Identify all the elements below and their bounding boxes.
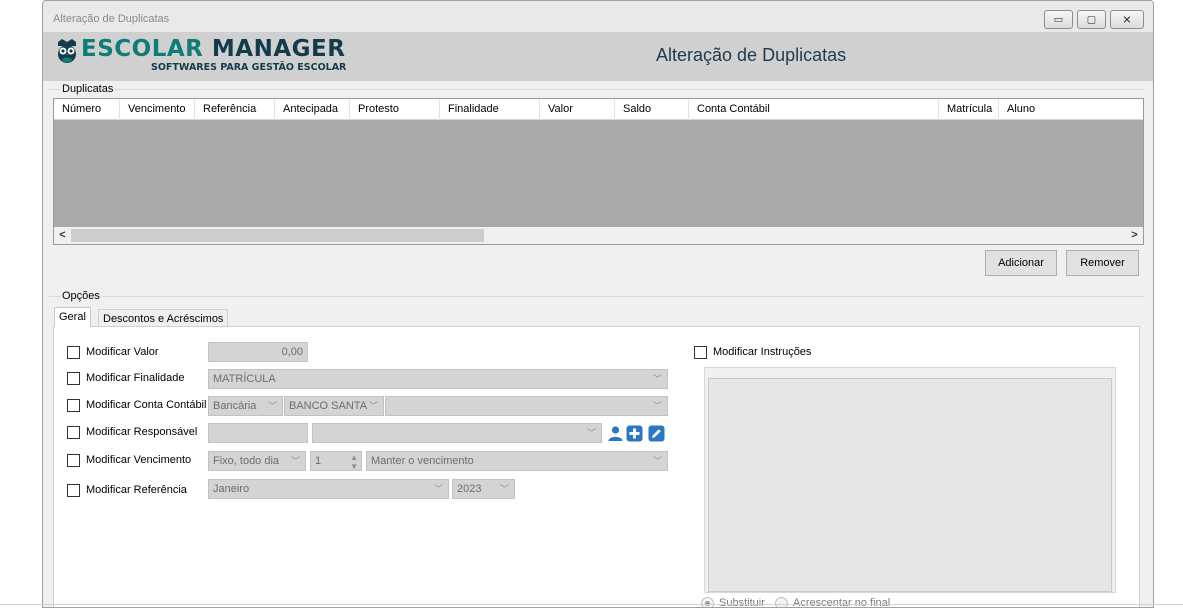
instrucoes-container bbox=[704, 367, 1116, 593]
substituir-radio[interactable] bbox=[701, 597, 714, 607]
bottom-edge bbox=[0, 604, 1183, 605]
vencimento-acao-select[interactable]: Manter o vencimento ﹀ bbox=[366, 451, 668, 471]
substituir-label: Substituir bbox=[719, 597, 765, 608]
column-header-conta-contabil[interactable]: Conta Contábil bbox=[689, 99, 939, 120]
chevron-down-icon: ﹀ bbox=[368, 401, 378, 411]
column-header-aluno[interactable]: Aluno bbox=[999, 99, 1143, 120]
acrescentar-radio[interactable] bbox=[775, 597, 788, 607]
add-icon[interactable] bbox=[626, 425, 643, 442]
finalidade-value: MATRÍCULA bbox=[213, 373, 276, 385]
page-title: Alteração de Duplicatas bbox=[656, 45, 847, 65]
modificar-responsavel-label: Modificar Responsável bbox=[86, 426, 198, 438]
chevron-down-icon: ﹀ bbox=[433, 484, 443, 494]
opcoes-group-label: Opções bbox=[60, 290, 102, 302]
add-button[interactable]: Adicionar bbox=[985, 250, 1057, 276]
minimize-button[interactable]: ▭ bbox=[1044, 10, 1073, 29]
tab-geral[interactable]: Geral bbox=[54, 307, 91, 327]
chevron-down-icon: ﹀ bbox=[652, 456, 662, 466]
modificar-finalidade-checkbox[interactable] bbox=[67, 372, 80, 385]
referencia-mes-value: Janeiro bbox=[213, 483, 250, 495]
modificar-responsavel-checkbox[interactable] bbox=[67, 426, 80, 439]
vencimento-dia-stepper[interactable]: 1 ▲ ▼ bbox=[310, 451, 362, 471]
logo-tagline: SOFTWARES PARA GESTÃO ESCOLAR bbox=[151, 62, 347, 73]
horizontal-scrollbar[interactable]: < > bbox=[54, 227, 1143, 244]
instrucoes-textarea[interactable] bbox=[708, 378, 1112, 592]
vencimento-dia-value: 1 bbox=[315, 455, 322, 467]
logo-wordmark: ESCOLAR MANAGER bbox=[81, 35, 345, 63]
owl-icon bbox=[58, 39, 76, 63]
column-header-protesto[interactable]: Protesto bbox=[350, 99, 440, 120]
header-banner: ESCOLAR MANAGER SOFTWARES PARA GESTÃO ES… bbox=[43, 32, 1153, 81]
close-icon: ✕ bbox=[1122, 14, 1132, 26]
edit-icon[interactable] bbox=[648, 425, 665, 442]
tab-panel-geral: Modificar Valor 0,00 Modificar Finalidad… bbox=[53, 326, 1140, 608]
column-header-valor[interactable]: Valor bbox=[540, 99, 615, 120]
column-header-vencimento[interactable]: Vencimento bbox=[120, 99, 195, 120]
app-window: Alteração de Duplicatas ▭ ▢ ✕ ESCOLAR MA… bbox=[42, 0, 1154, 608]
close-button[interactable]: ✕ bbox=[1110, 10, 1144, 29]
chevron-down-icon: ﹀ bbox=[267, 401, 277, 411]
person-icon[interactable] bbox=[607, 425, 624, 442]
company-logo: ESCOLAR MANAGER SOFTWARES PARA GESTÃO ES… bbox=[55, 35, 365, 79]
chevron-down-icon: ﹀ bbox=[290, 456, 300, 466]
conta-tipo-select[interactable]: Bancária ﹀ bbox=[208, 396, 283, 416]
column-header-numero[interactable]: Número bbox=[54, 99, 120, 120]
chevron-down-icon: ﹀ bbox=[499, 484, 509, 494]
referencia-ano-select[interactable]: 2023 ﹀ bbox=[452, 479, 515, 499]
logo-part1: ESCOLAR bbox=[81, 36, 204, 62]
modificar-referencia-label: Modificar Referência bbox=[86, 484, 187, 496]
conta-banco-select[interactable]: BANCO SANTA ﹀ bbox=[284, 396, 384, 416]
conta-tipo-value: Bancária bbox=[213, 400, 257, 412]
valor-input[interactable]: 0,00 bbox=[208, 342, 308, 362]
duplicatas-grid[interactable]: Número Vencimento Referência Antecipada … bbox=[53, 98, 1144, 245]
modificar-vencimento-checkbox[interactable] bbox=[67, 454, 80, 467]
opcoes-group-border bbox=[49, 296, 1145, 297]
vencimento-acao-value: Manter o vencimento bbox=[371, 455, 474, 467]
acrescentar-label: Acrescentar no final bbox=[793, 597, 891, 608]
modificar-referencia-checkbox[interactable] bbox=[67, 484, 80, 497]
remove-button[interactable]: Remover bbox=[1066, 250, 1139, 276]
column-header-referencia[interactable]: Referência bbox=[195, 99, 275, 120]
scroll-right-icon[interactable]: > bbox=[1126, 227, 1143, 244]
responsavel-codigo-input[interactable] bbox=[208, 423, 308, 443]
scroll-left-icon[interactable]: < bbox=[54, 227, 71, 244]
modificar-instrucoes-label: Modificar Instruções bbox=[713, 346, 812, 358]
chevron-down-icon: ﹀ bbox=[652, 401, 662, 411]
column-header-matricula[interactable]: Matrícula bbox=[939, 99, 999, 120]
maximize-button[interactable]: ▢ bbox=[1077, 10, 1106, 29]
maximize-icon: ▢ bbox=[1086, 14, 1097, 25]
conta-select[interactable]: ﹀ bbox=[385, 396, 668, 416]
grid-header: Número Vencimento Referência Antecipada … bbox=[54, 99, 1143, 120]
modificar-finalidade-label: Modificar Finalidade bbox=[86, 372, 185, 384]
column-header-saldo[interactable]: Saldo bbox=[615, 99, 689, 120]
vencimento-modo-select[interactable]: Fixo, todo dia ﹀ bbox=[208, 451, 306, 471]
modificar-valor-label: Modificar Valor bbox=[86, 346, 159, 358]
finalidade-select[interactable]: MATRÍCULA ﹀ bbox=[208, 369, 668, 389]
modificar-vencimento-label: Modificar Vencimento bbox=[86, 454, 192, 466]
modificar-instrucoes-checkbox[interactable] bbox=[694, 346, 707, 359]
duplicatas-group-label: Duplicatas bbox=[60, 83, 116, 95]
modificar-valor-checkbox[interactable] bbox=[67, 346, 80, 359]
scroll-thumb[interactable] bbox=[71, 229, 484, 242]
minimize-icon: ▭ bbox=[1053, 14, 1064, 25]
responsavel-select[interactable]: ﹀ bbox=[312, 423, 602, 443]
modificar-conta-checkbox[interactable] bbox=[67, 399, 80, 412]
conta-banco-value: BANCO SANTA bbox=[289, 400, 368, 412]
referencia-ano-value: 2023 bbox=[457, 483, 482, 495]
title-bar: Alteração de Duplicatas ▭ ▢ ✕ bbox=[43, 1, 1153, 32]
modificar-conta-label: Modificar Conta Contábil bbox=[86, 399, 207, 411]
duplicatas-group-border bbox=[49, 89, 1145, 90]
chevron-down-icon: ﹀ bbox=[586, 428, 596, 438]
referencia-mes-select[interactable]: Janeiro ﹀ bbox=[208, 479, 449, 499]
column-header-antecipada[interactable]: Antecipada bbox=[275, 99, 350, 120]
column-header-finalidade[interactable]: Finalidade bbox=[440, 99, 540, 120]
window-title: Alteração de Duplicatas bbox=[53, 13, 170, 25]
spin-arrows-icon[interactable]: ▲ ▼ bbox=[350, 453, 358, 470]
chevron-down-icon: ﹀ bbox=[652, 374, 662, 384]
vencimento-modo-value: Fixo, todo dia bbox=[213, 455, 280, 467]
logo-part2: MANAGER bbox=[211, 36, 346, 62]
